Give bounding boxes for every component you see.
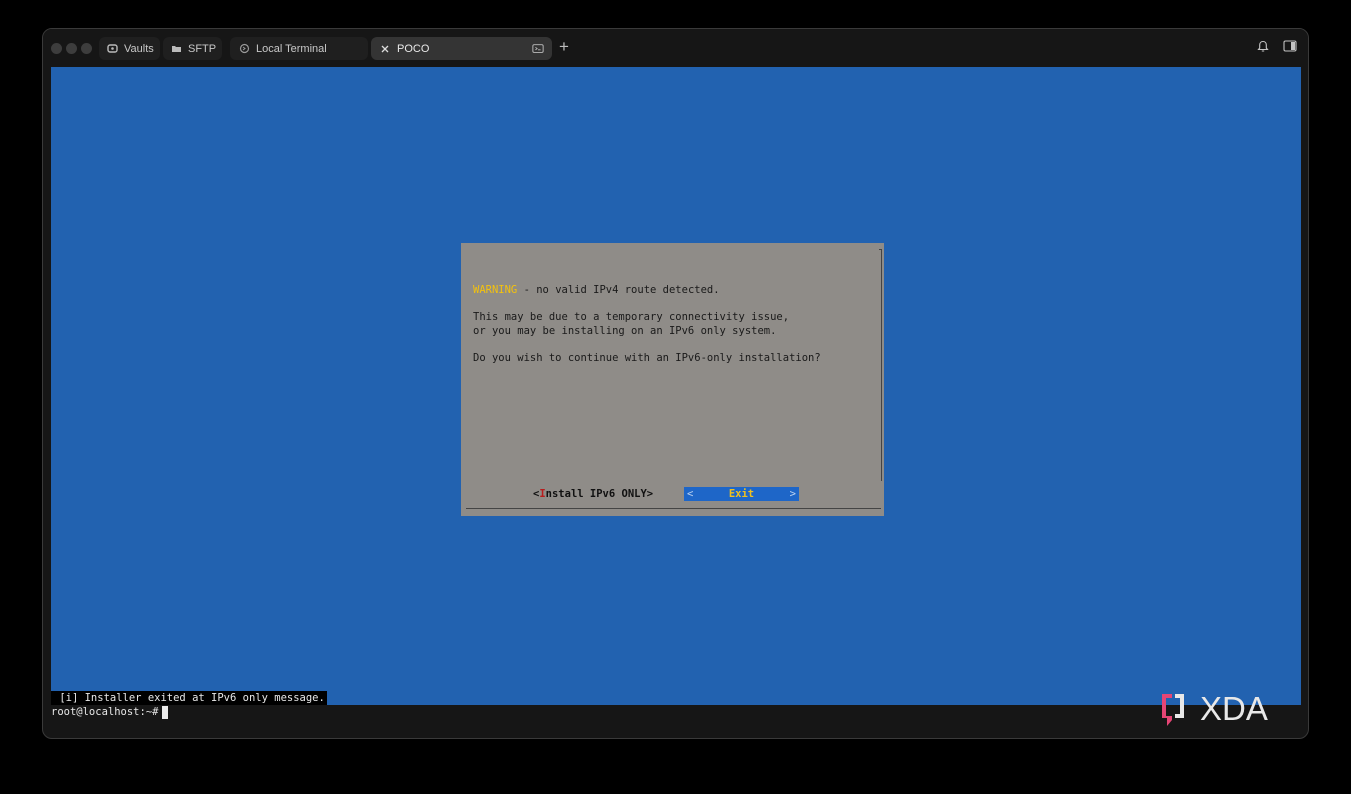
new-tab-button[interactable]: + [559,38,569,56]
install-ipv6-only-button[interactable]: <Install IPv6 ONLY> [533,488,653,500]
tab-label: POCO [397,42,430,55]
zoom-window-button[interactable] [81,43,92,54]
tab-poco[interactable]: POCO [371,37,552,60]
terminal-pane[interactable]: WARNING - no valid IPv4 route detected. … [51,67,1301,731]
tab-sftp[interactable]: SFTP [163,37,222,60]
installer-background: WARNING - no valid IPv4 route detected. … [51,67,1301,705]
warning-dialog: WARNING - no valid IPv4 route detected. … [461,243,884,516]
terminal-icon [238,43,250,55]
xda-logo-text: XDA [1200,690,1268,727]
minimize-window-button[interactable] [66,43,77,54]
exit-label: Exit [728,488,755,500]
close-window-button[interactable] [51,43,62,54]
dialog-bottom-border [466,508,881,509]
sidebar-toggle-icon[interactable] [1283,40,1297,55]
folder-icon [171,43,182,55]
dialog-message-line-1: This may be due to a temporary connectiv… [473,311,790,323]
close-icon[interactable] [379,43,391,55]
xda-logo: XDA [1158,690,1290,730]
vault-icon [107,43,118,55]
text-cursor [162,705,169,719]
tab-label: Vaults [124,42,154,55]
tab-label: Local Terminal [256,42,327,55]
dialog-border [879,249,882,481]
bell-icon[interactable] [1257,40,1269,56]
tab-label: SFTP [188,42,217,55]
tab-local-terminal[interactable]: Local Terminal [230,37,368,60]
shell-prompt[interactable]: root@localhost:~# [51,705,169,719]
warning-line: WARNING - no valid IPv4 route detected. [473,284,720,296]
title-bar: Vaults SFTP Local Terminal POCO + [43,29,1308,67]
tab-vaults[interactable]: Vaults [99,37,160,60]
app-window: Vaults SFTP Local Terminal POCO + WARNIN… [42,28,1309,739]
warning-label: WARNING [473,284,518,296]
dialog-message-line-2: or you may be installing on an IPv6 only… [473,325,777,337]
exit-button[interactable]: < Exit > [684,487,799,501]
dialog-question: Do you wish to continue with an IPv6-onl… [473,352,821,364]
split-terminal-icon[interactable] [532,43,544,55]
installer-status-message: [i] Installer exited at IPv6 only messag… [51,691,327,705]
